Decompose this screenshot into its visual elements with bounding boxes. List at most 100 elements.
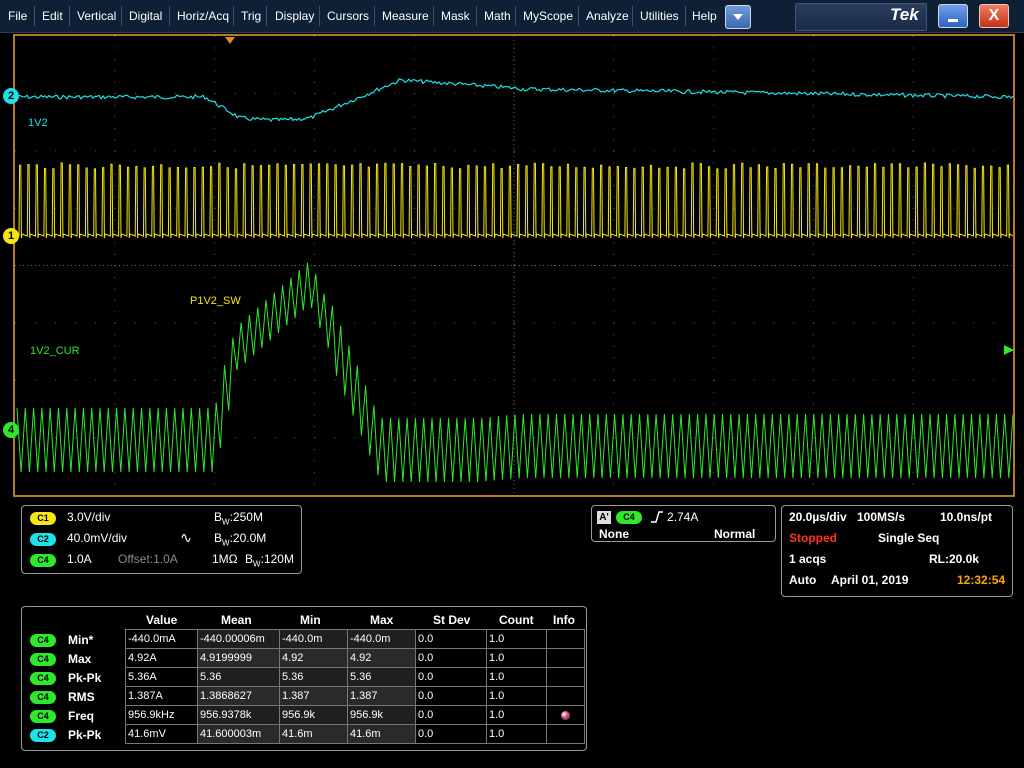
- col-header-stdev: St Dev: [433, 613, 471, 627]
- ch4-waveform-label: 1V2_CUR: [30, 345, 80, 357]
- date: April 01, 2019: [831, 573, 909, 587]
- measurement-min: 956.9k: [279, 705, 348, 725]
- trigger-type: None: [599, 527, 629, 541]
- measurement-stdev: 0.0: [415, 667, 487, 687]
- measurement-name[interactable]: Freq: [68, 709, 94, 723]
- measurement-max: 1.387: [347, 686, 416, 706]
- table-row[interactable]: 4.92A 4.9199999 4.92 4.92 0.0 1.0: [125, 648, 585, 668]
- measurement-min: -440.0m: [279, 629, 348, 649]
- trigger-a-badge: A': [597, 511, 611, 524]
- measurement-stdev: 0.0: [415, 724, 487, 744]
- table-row[interactable]: -440.0mA -440.00006m -440.0m -440.0m 0.0 1.0: [125, 629, 585, 649]
- measurement-stdev: 0.0: [415, 629, 487, 649]
- measurement-table: -440.0mA -440.00006m -440.0m -440.0m 0.0 1.0 4…: [125, 629, 585, 744]
- measurement-min: 1.387: [279, 686, 348, 706]
- measurement-value: 956.9kHz: [125, 705, 198, 725]
- measurement-source-badge[interactable]: C4: [30, 634, 56, 647]
- measurement-count: 1.0: [486, 648, 547, 668]
- acquisition-count: 1 acqs: [789, 552, 827, 566]
- measurement-source-badge[interactable]: C4: [30, 672, 56, 685]
- col-header-mean: Mean: [221, 613, 252, 627]
- measurement-source-badge[interactable]: C4: [30, 691, 56, 704]
- measurement-mean: 956.9378k: [197, 705, 280, 725]
- ch4-badge[interactable]: C4: [30, 554, 56, 567]
- measurement-mean: 1.3868627: [197, 686, 280, 706]
- trigger-run-mode: Auto: [789, 573, 817, 587]
- ch2-scale[interactable]: 40.0mV/div: [67, 531, 127, 545]
- acquisition-status: Stopped: [789, 531, 837, 545]
- col-header-info: Info: [553, 613, 575, 627]
- ch1-waveform-label: P1V2_SW: [190, 295, 241, 307]
- table-row[interactable]: 956.9kHz 956.9378k 956.9k 956.9k 0.0 1.0: [125, 705, 585, 725]
- ch2-bandwidth: BW:20.0M: [214, 531, 267, 548]
- measurement-source-badge[interactable]: C4: [30, 653, 56, 666]
- measurement-value: 41.6mV: [125, 724, 198, 744]
- info-cell: [546, 705, 585, 725]
- measurement-count: 1.0: [486, 667, 547, 687]
- ch2-ground-marker[interactable]: 2: [3, 88, 19, 104]
- ch2-badge[interactable]: C2: [30, 533, 56, 546]
- clock: 12:32:54: [957, 573, 1006, 587]
- measurement-count: 1.0: [486, 686, 547, 706]
- table-row[interactable]: 5.36A 5.36 5.36 5.36 0.0 1.0: [125, 667, 585, 687]
- measurement-stdev: 0.0: [415, 648, 487, 668]
- measurement-count: 1.0: [486, 705, 547, 725]
- measurement-source-badge[interactable]: C2: [30, 729, 56, 742]
- graticule-frame: [13, 34, 1015, 497]
- measurement-count: 1.0: [486, 629, 547, 649]
- ch4-impedance: 1MΩ: [212, 552, 238, 566]
- measurement-mean: 5.36: [197, 667, 280, 687]
- info-cell: [546, 724, 585, 744]
- record-length: RL:20.0k: [929, 552, 980, 566]
- measurement-mean: 41.600003m: [197, 724, 280, 744]
- measurement-name[interactable]: Max: [68, 652, 91, 666]
- measurement-name[interactable]: RMS: [68, 690, 95, 704]
- measurement-max: -440.0m: [347, 629, 416, 649]
- measurement-count: 1.0: [486, 724, 547, 744]
- col-header-count: Count: [499, 613, 534, 627]
- measurement-value: -440.0mA: [125, 629, 198, 649]
- measurement-name[interactable]: Pk-Pk: [68, 671, 101, 685]
- measurement-min: 5.36: [279, 667, 348, 687]
- ch1-badge[interactable]: C1: [30, 512, 56, 525]
- measurement-max: 41.6m: [347, 724, 416, 744]
- ch4-scale[interactable]: 1.0A: [67, 552, 92, 566]
- measurement-max: 956.9k: [347, 705, 416, 725]
- info-cell: [546, 667, 585, 687]
- ch1-bandwidth: BW:250M: [214, 510, 263, 527]
- measurement-max: 5.36: [347, 667, 416, 687]
- table-row[interactable]: 1.387A 1.3868627 1.387 1.387 0.0 1.0: [125, 686, 585, 706]
- measurement-max: 4.92: [347, 648, 416, 668]
- ch1-ground-marker[interactable]: 1: [3, 228, 19, 244]
- col-header-max: Max: [370, 613, 394, 627]
- measurement-min: 4.92: [279, 648, 348, 668]
- measurement-mean: -440.00006m: [197, 629, 280, 649]
- trigger-level[interactable]: 2.74A: [667, 510, 698, 524]
- measurement-stdev: 0.0: [415, 686, 487, 706]
- table-row[interactable]: 41.6mV 41.600003m 41.6m 41.6m 0.0 1.0: [125, 724, 585, 744]
- info-cell: [546, 686, 585, 706]
- trigger-mode: Normal: [714, 527, 756, 541]
- ch2-waveform-label: 1V2: [28, 117, 48, 129]
- info-cell: [546, 629, 585, 649]
- col-header-value: Value: [146, 613, 178, 627]
- info-dot-icon[interactable]: [561, 710, 570, 720]
- measurement-stdev: 0.0: [415, 705, 487, 725]
- measurement-value: 1.387A: [125, 686, 198, 706]
- sample-rate: 100MS/s: [857, 510, 906, 524]
- measurement-min: 41.6m: [279, 724, 348, 744]
- measurement-mean: 4.9199999: [197, 648, 280, 668]
- sequence-mode: Single Seq: [878, 531, 940, 545]
- ch4-offset: Offset:1.0A: [118, 552, 178, 566]
- resolution: 10.0ns/pt: [940, 510, 993, 524]
- measurement-source-badge[interactable]: C4: [30, 710, 56, 723]
- horizontal-scale[interactable]: 20.0µs/div: [789, 510, 847, 524]
- measurement-name[interactable]: Min*: [68, 633, 93, 647]
- ch4-ground-marker[interactable]: 4: [3, 422, 19, 438]
- ch4-bandwidth: BW:120M: [245, 552, 294, 569]
- measurement-value: 5.36A: [125, 667, 198, 687]
- measurement-name[interactable]: Pk-Pk: [68, 728, 101, 742]
- ch1-scale[interactable]: 3.0V/div: [67, 510, 110, 524]
- trigger-source-badge: C4: [616, 511, 642, 524]
- ac-coupling-icon: [181, 533, 191, 543]
